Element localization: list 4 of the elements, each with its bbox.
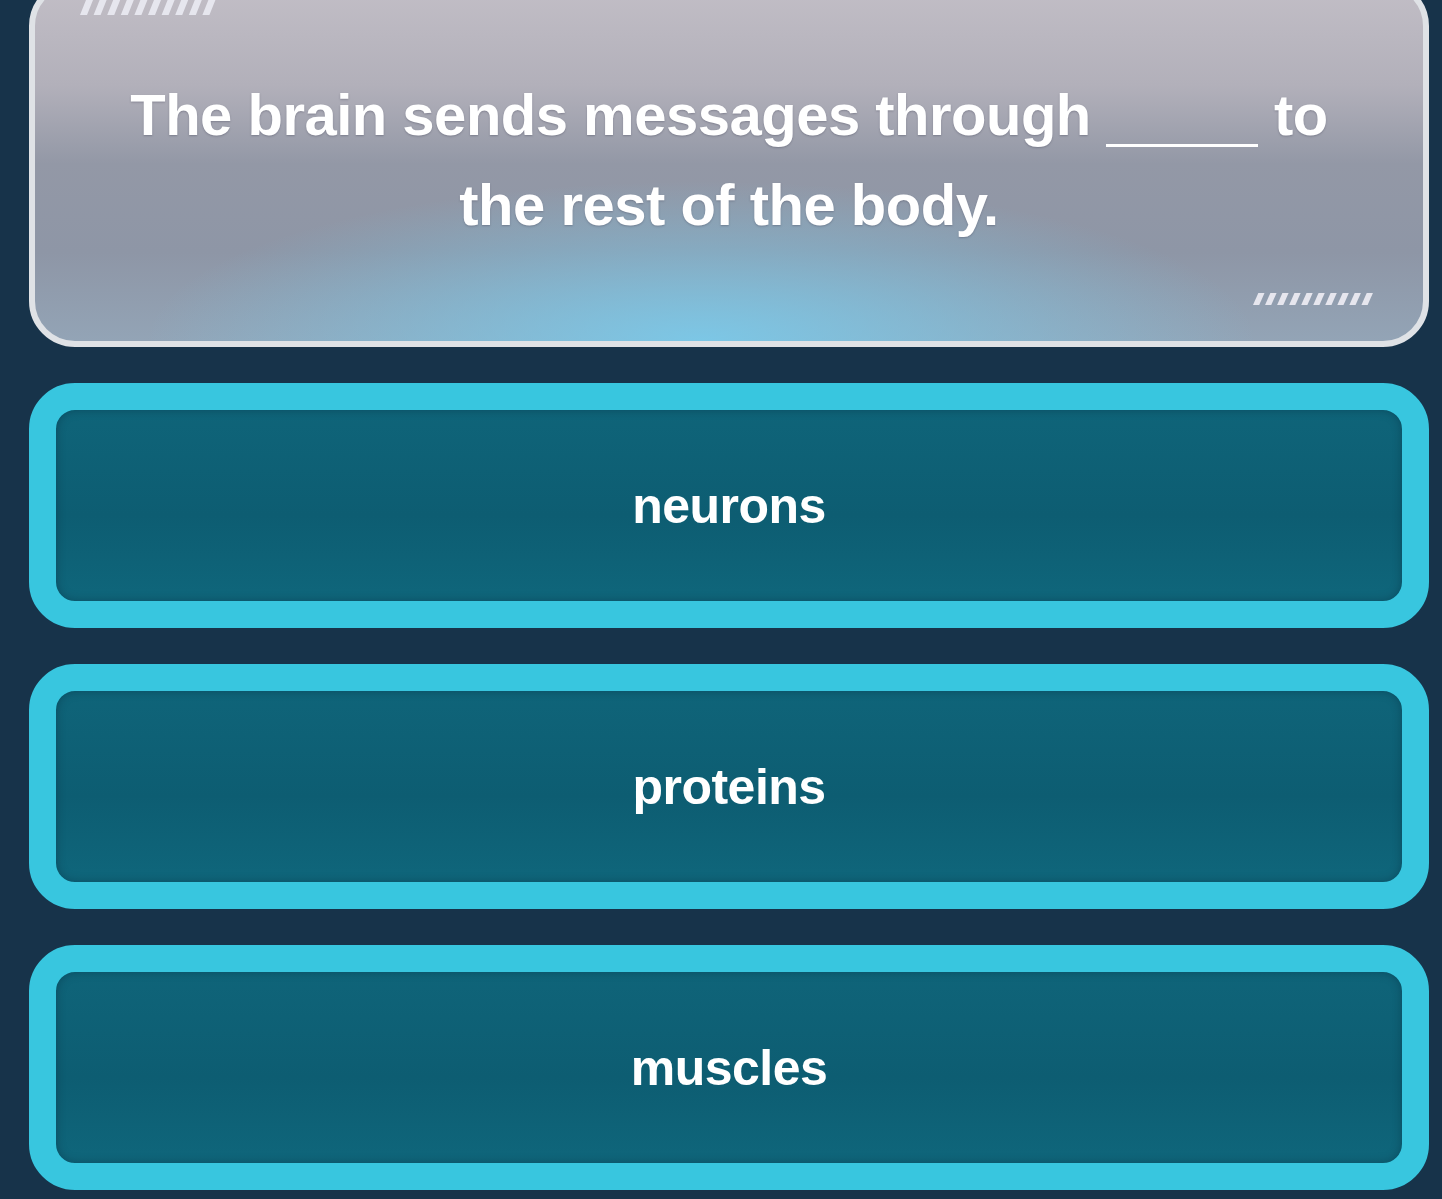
answer-button[interactable]: muscles <box>29 945 1429 1190</box>
question-text: The brain sends messages through to the rest of the body. <box>129 81 1329 239</box>
answer-button[interactable]: neurons <box>29 383 1429 628</box>
answer-button[interactable]: proteins <box>29 664 1429 909</box>
